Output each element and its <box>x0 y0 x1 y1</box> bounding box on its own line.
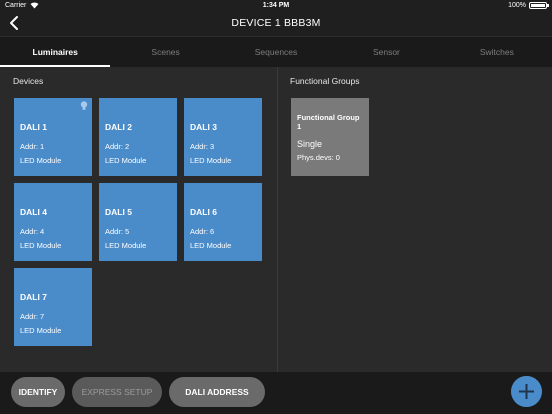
device-type: LED Module <box>105 241 147 250</box>
device-addr: Addr: 7 <box>20 312 45 321</box>
device-type: LED Module <box>190 156 232 165</box>
tab-luminaires[interactable]: Luminaires <box>0 37 111 67</box>
device-type: LED Module <box>190 241 232 250</box>
express-setup-button[interactable]: EXPRESS SETUP <box>72 377 162 407</box>
device-addr: Addr: 2 <box>105 142 130 151</box>
group-devs: Phys.devs: 0 <box>297 153 340 162</box>
tab-scenes[interactable]: Scenes <box>110 37 220 67</box>
tab-switches[interactable]: Switches <box>442 37 552 67</box>
nav-bar: DEVICE 1 BBB3M <box>0 11 552 36</box>
device-name: DALI 6 <box>190 207 217 217</box>
bottom-toolbar: IDENTIFY EXPRESS SETUP DALI ADDRESS <box>0 372 552 414</box>
device-addr: Addr: 6 <box>190 227 215 236</box>
device-name: DALI 3 <box>190 122 217 132</box>
device-type: LED Module <box>20 326 62 335</box>
battery-tip <box>547 4 549 7</box>
tab-bar: Luminaires Scenes Sequences Sensor Switc… <box>0 36 552 67</box>
device-addr: Addr: 4 <box>20 227 45 236</box>
groups-title: Functional Groups <box>290 76 360 86</box>
main-content: Devices DALI 1 Addr: 1 LED Module DALI 2… <box>0 67 552 372</box>
device-type: LED Module <box>20 241 62 250</box>
clock: 1:34 PM <box>262 2 290 9</box>
device-tile-dali-1[interactable]: DALI 1 Addr: 1 LED Module <box>14 98 92 176</box>
device-tile-dali-5[interactable]: DALI 5 Addr: 5 LED Module <box>99 183 177 261</box>
group-tile-functional-group-1[interactable]: Functional Group 1 Single Phys.devs: 0 <box>291 98 369 176</box>
device-tile-dali-6[interactable]: DALI 6 Addr: 6 LED Module <box>184 183 262 261</box>
group-name: Functional Group 1 <box>297 113 360 131</box>
functional-groups-panel: Functional Groups Functional Group 1 Sin… <box>277 67 552 372</box>
identify-button[interactable]: IDENTIFY <box>11 377 65 407</box>
status-bar: Carrier 1:34 PM 100% <box>0 0 552 11</box>
plus-icon[interactable] <box>511 376 542 407</box>
tab-sequences[interactable]: Sequences <box>221 37 331 67</box>
device-name: DALI 2 <box>105 122 132 132</box>
device-tile-dali-3[interactable]: DALI 3 Addr: 3 LED Module <box>184 98 262 176</box>
bulb-icon <box>80 101 88 110</box>
device-name: DALI 7 <box>20 292 47 302</box>
device-name: DALI 5 <box>105 207 132 217</box>
device-tile-dali-4[interactable]: DALI 4 Addr: 4 LED Module <box>14 183 92 261</box>
dali-address-button[interactable]: DALI ADDRESS <box>169 377 265 407</box>
devices-panel: Devices DALI 1 Addr: 1 LED Module DALI 2… <box>0 67 276 372</box>
device-name: DALI 1 <box>20 122 47 132</box>
device-addr: Addr: 3 <box>190 142 215 151</box>
device-addr: Addr: 1 <box>20 142 45 151</box>
devices-title: Devices <box>13 76 44 86</box>
device-addr: Addr: 5 <box>105 227 130 236</box>
device-tile-dali-2[interactable]: DALI 2 Addr: 2 LED Module <box>99 98 177 176</box>
device-type: LED Module <box>105 156 147 165</box>
device-tile-dali-7[interactable]: DALI 7 Addr: 7 LED Module <box>14 268 92 346</box>
device-name: DALI 4 <box>20 207 47 217</box>
battery-icon <box>529 2 547 9</box>
battery-percent: 100% <box>508 2 526 9</box>
tab-sensor[interactable]: Sensor <box>331 37 441 67</box>
device-type: LED Module <box>20 156 62 165</box>
group-mode: Single <box>297 139 323 149</box>
page-title: DEVICE 1 BBB3M <box>231 17 321 29</box>
